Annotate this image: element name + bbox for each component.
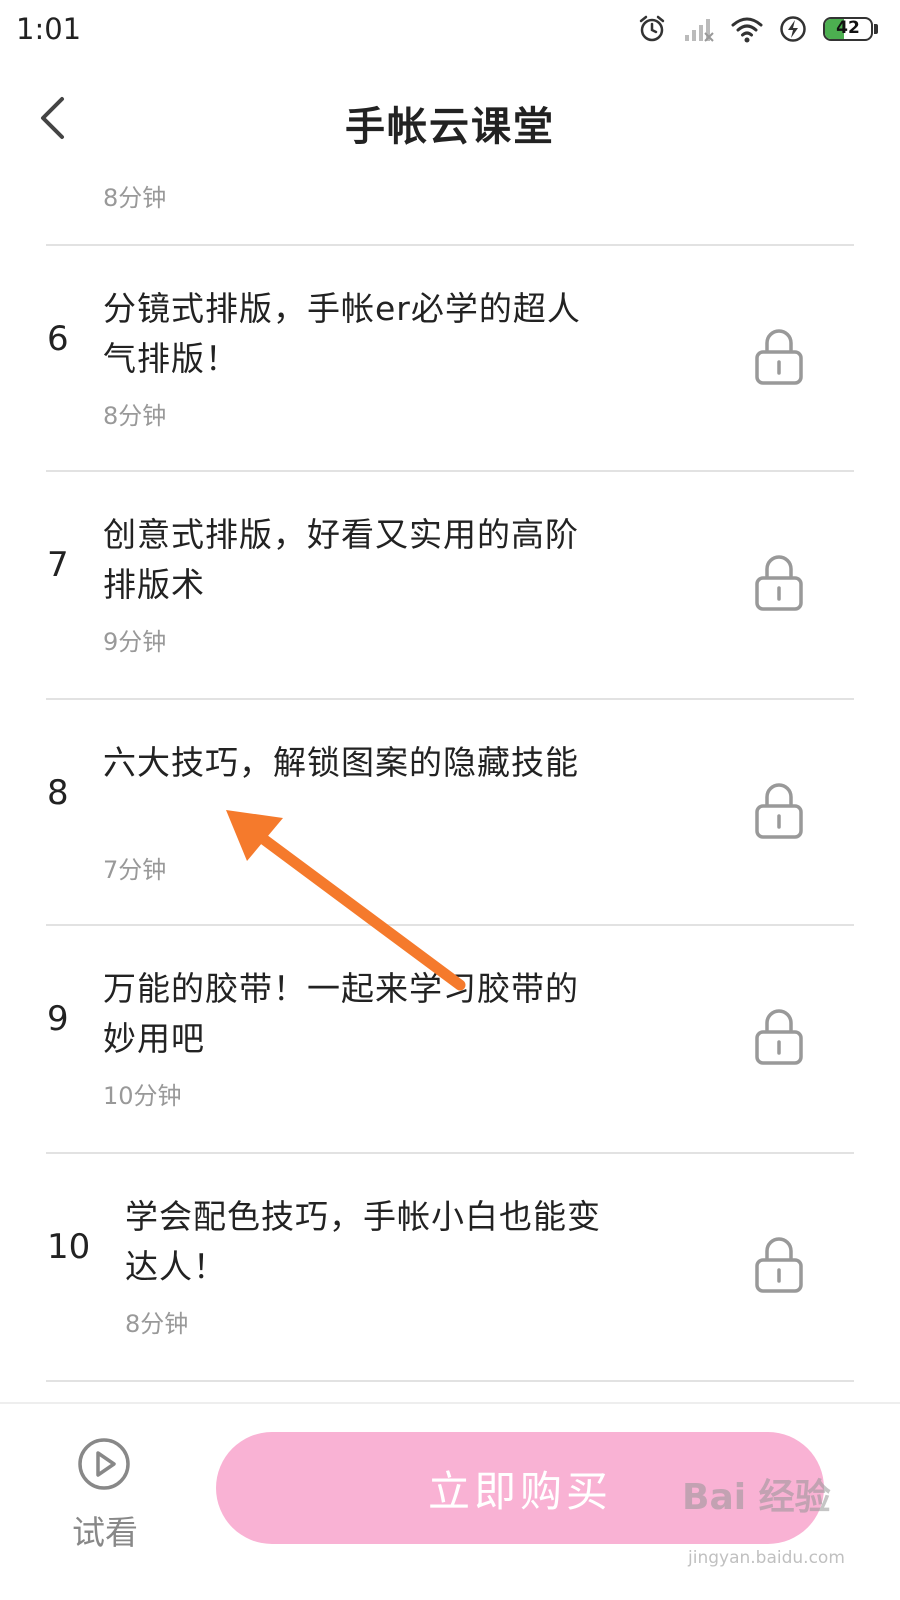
lesson-duration: 7分钟 [103,856,167,884]
page-title: 手帐云课堂 [345,104,555,150]
charging-icon [780,16,806,42]
wifi-icon [731,17,763,43]
lesson-list[interactable]: 8分钟 6 分镜式排版，手帐er必学的超人气排版！ 8分钟 7 创意式排版，好看… [0,166,900,1402]
status-icons: 42 [637,14,878,44]
baidu-watermark: Bai 经验 jingyan.baidu.com [682,1468,882,1588]
list-item[interactable]: 8 六大技巧，解锁图案的隐藏技能 7分钟 [0,700,900,926]
battery-indicator: 42 [823,17,873,41]
lesson-title: 创意式排版，好看又实用的高阶排版术 [103,515,579,604]
play-circle-icon [78,1438,130,1490]
lesson-number: 8 [47,773,69,813]
lesson-duration: 8分钟 [125,1310,189,1338]
watermark-url: jingyan.baidu.com [688,1548,845,1568]
status-bar: 1:01 42 [0,0,900,62]
nav-bar: 手帐云课堂 [0,70,900,166]
alarm-icon [639,15,665,42]
lesson-duration: 8分钟 [103,402,167,430]
lock-icon [755,329,803,385]
list-item[interactable]: 6 分镜式排版，手帐er必学的超人气排版！ 8分钟 [0,246,900,472]
lesson-title: 六大技巧，解锁图案的隐藏技能 [103,743,579,782]
lesson-duration: 9分钟 [103,628,167,656]
lesson-duration: 10分钟 [103,1082,182,1110]
divider [46,1380,854,1382]
list-item[interactable]: 9 万能的胶带！一起来学习胶带的妙用吧 10分钟 [0,926,900,1152]
list-item[interactable]: 7 创意式排版，好看又实用的高阶排版术 9分钟 [0,472,900,698]
lesson-title: 万能的胶带！一起来学习胶带的妙用吧 [103,969,579,1058]
lock-icon [755,1237,803,1293]
lock-icon [755,1009,803,1065]
lesson-number: 7 [47,545,69,585]
lesson-title: 学会配色技巧，手帐小白也能变达人！ [125,1197,601,1286]
lock-icon [755,555,803,611]
lesson-title: 分镜式排版，手帐er必学的超人气排版！ [103,289,581,378]
status-time: 1:01 [16,12,82,46]
list-item[interactable]: 10 学会配色技巧，手帐小白也能变达人！ 8分钟 [0,1154,900,1380]
lock-icon [755,783,803,839]
lesson-number: 10 [47,1227,91,1267]
lesson-number: 9 [47,999,69,1039]
signal-icon [685,19,714,42]
lesson-duration: 8分钟 [103,184,167,212]
trial-button[interactable]: 试看 [60,1436,150,1552]
lesson-number: 6 [47,319,69,359]
battery-level: 42 [836,18,860,38]
trial-label: 试看 [72,1513,138,1552]
watermark-logo: Bai 经验 [682,1477,831,1518]
